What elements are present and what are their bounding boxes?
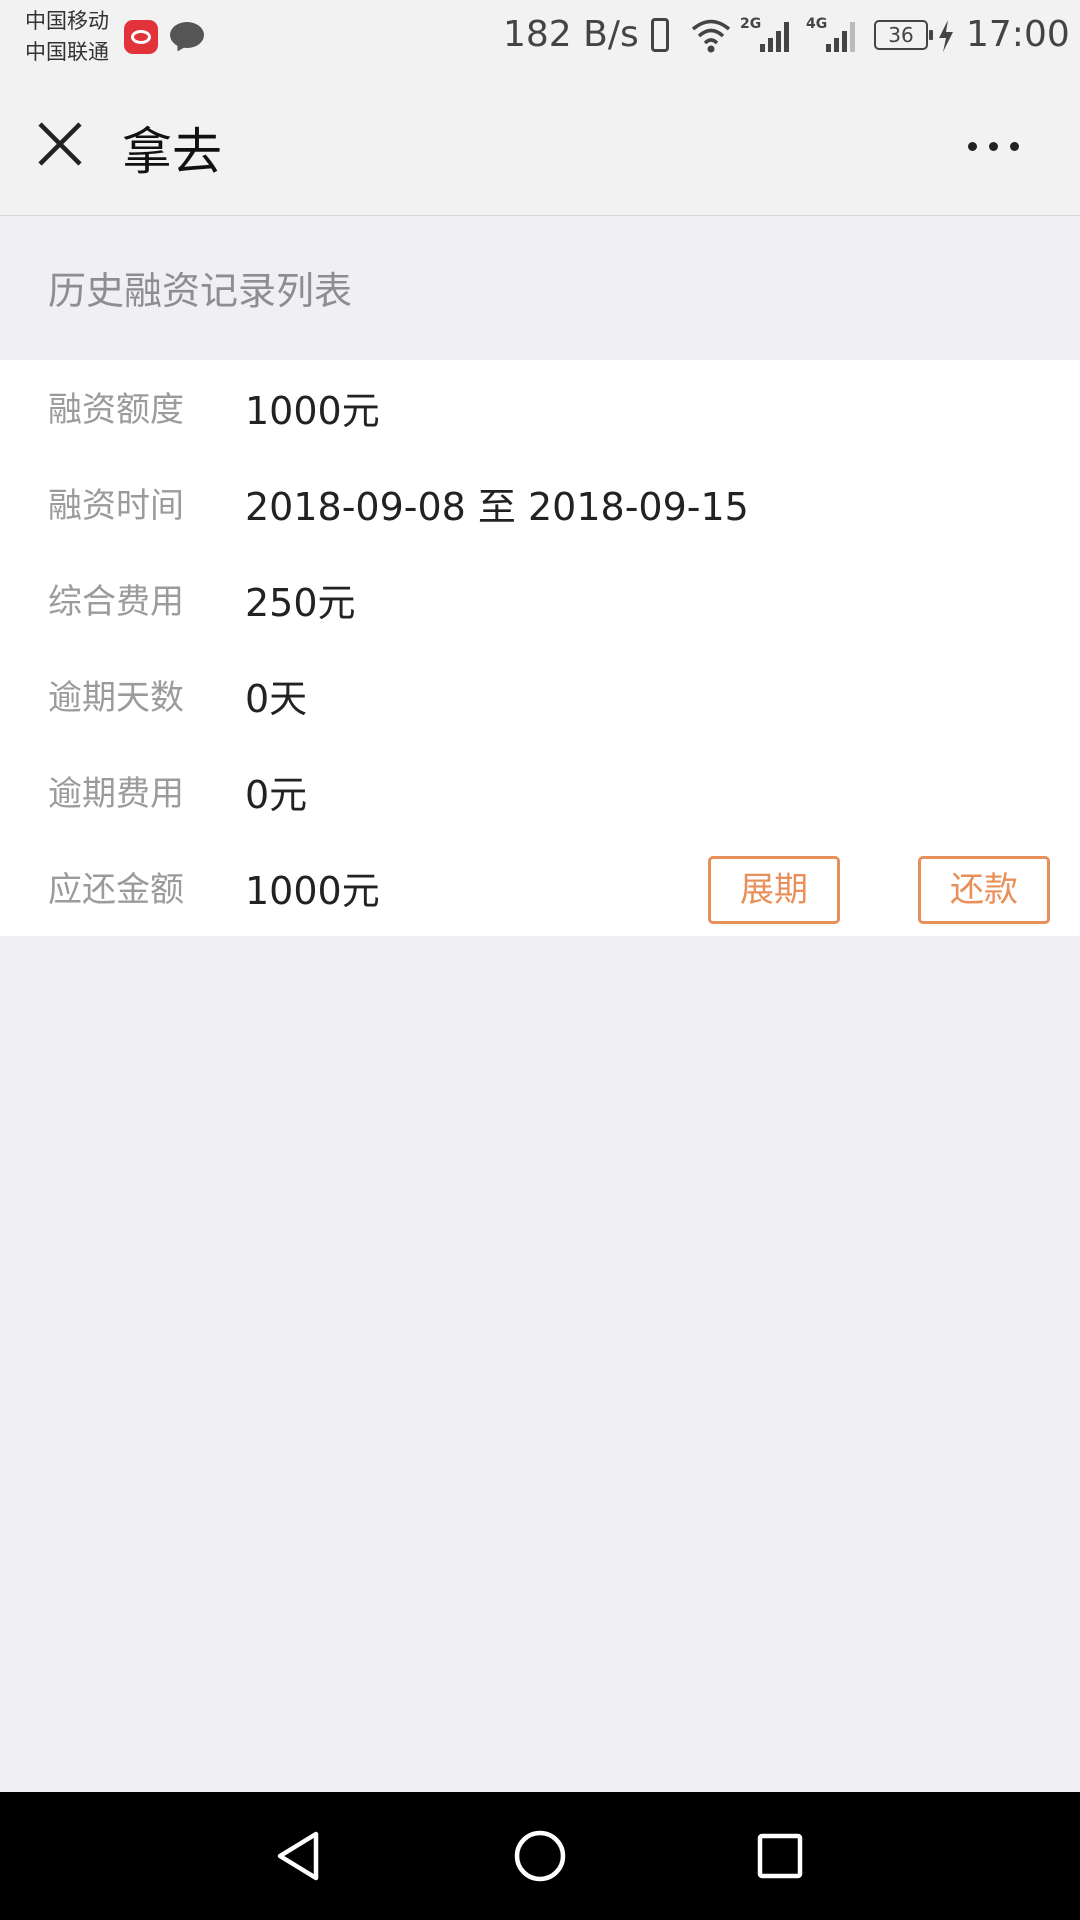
carrier-info: 中国移动 中国联通 [25,6,109,68]
row-amount-due: 应还金额 1000元 展期 还款 [0,840,1080,936]
close-icon [38,122,82,166]
message-notification-icon [170,22,204,48]
charging-icon [939,20,953,52]
financing-record-card: 融资额度 1000元 融资时间 2018-09-08 至 2018-09-15 … [0,360,1080,936]
more-dot-icon [968,142,977,151]
row-label: 融资额度 [48,390,184,430]
signal-2g-icon: 2G [740,16,794,54]
row-value: 1000元 [245,869,380,913]
nav-bar: 拿去 [0,72,1080,216]
status-bar: 中国移动 中国联通 182 B/s 2G 4G 36 17:00 [0,0,1080,72]
battery-icon: 36 [874,20,933,50]
system-nav-bar [0,1792,1080,1920]
row-label: 逾期天数 [48,678,184,718]
more-button[interactable] [956,126,1032,166]
network-speed: 182 B/s [503,14,639,55]
signal-4g-label: 4G [806,16,828,32]
system-back-button[interactable] [270,1826,330,1886]
row-overdue-days: 逾期天数 0天 [0,648,1080,744]
section-header: 历史融资记录列表 [0,216,1080,360]
clock: 17:00 [966,14,1070,55]
page-title: 拿去 [122,123,222,181]
signal-4g-icon: 4G [806,16,860,54]
signal-2g-label: 2G [740,16,762,32]
system-home-button[interactable] [510,1826,570,1886]
repay-button[interactable]: 还款 [918,856,1050,924]
row-value: 1000元 [245,389,380,433]
carrier-1: 中国移动 [25,9,109,33]
weibo-notification-icon [124,20,158,54]
row-value: 2018-09-08 至 2018-09-15 [245,485,749,529]
row-financing-period: 融资时间 2018-09-08 至 2018-09-15 [0,456,1080,552]
more-dot-icon [989,142,998,151]
row-label: 应还金额 [48,870,184,910]
home-circle-icon [514,1830,566,1882]
recent-square-icon [757,1833,803,1879]
carrier-2: 中国联通 [25,40,109,64]
row-overdue-fee: 逾期费用 0元 [0,744,1080,840]
row-label: 综合费用 [48,582,184,622]
row-total-fee: 综合费用 250元 [0,552,1080,648]
row-value: 0天 [245,677,308,721]
section-title: 历史融资记录列表 [48,269,353,313]
row-financing-amount: 融资额度 1000元 [0,360,1080,456]
row-label: 融资时间 [48,486,184,526]
system-recent-apps-button[interactable] [750,1826,810,1886]
close-button[interactable] [30,114,90,174]
screen: 中国移动 中国联通 182 B/s 2G 4G 36 17:00 拿去 历史融资… [0,0,1080,1920]
extend-button[interactable]: 展期 [708,856,840,924]
vibrate-icon [651,18,669,52]
more-dot-icon [1010,142,1019,151]
row-value: 0元 [245,773,308,817]
back-triangle-icon [277,1831,319,1881]
row-label: 逾期费用 [48,774,184,814]
row-value: 250元 [245,581,356,625]
wifi-icon [691,19,731,53]
